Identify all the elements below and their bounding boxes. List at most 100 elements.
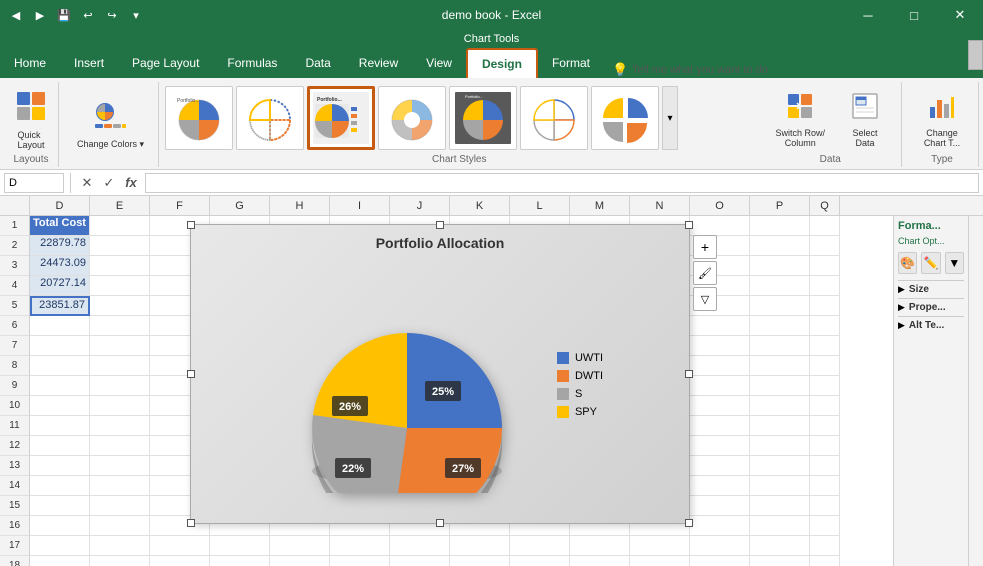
chart-handle-bm[interactable] [436,519,444,527]
chart-style-3[interactable]: Portfolio... [307,86,375,150]
insert-function-button[interactable]: fx [121,173,141,193]
chart-handle-tm[interactable] [436,221,444,229]
tab-data[interactable]: Data [291,48,344,78]
col-header-L[interactable]: L [510,196,570,215]
pie-chart[interactable]: 25% 27% 22% 26% [277,273,537,496]
chart-style-7[interactable] [591,86,659,150]
chart-handle-mr[interactable] [685,370,693,378]
formula-input[interactable] [145,173,979,193]
chart-handle-br[interactable] [685,519,693,527]
chart-elements-button[interactable]: + [693,235,717,259]
chart-styles-scroll-btn[interactable]: ▾ [662,86,678,150]
col-header-I[interactable]: I [330,196,390,215]
data-group-label: Data [820,154,841,167]
col-header-N[interactable]: N [630,196,690,215]
quick-layout-area: QuickLayout [10,82,52,154]
minimize-button[interactable]: ─ [845,0,891,30]
panel-pencil-button[interactable]: ✏️ [921,252,940,274]
confirm-formula-button[interactable]: ✓ [99,173,119,193]
row-13: 13 [0,456,29,476]
col-header-G[interactable]: G [210,196,270,215]
change-chart-type-icon [928,92,956,126]
cell-E2[interactable] [90,236,150,256]
quick-layout-icon [15,90,47,128]
panel-section-properties[interactable]: ▶ Prope... [898,298,964,316]
ribbon: QuickLayout Layouts [0,78,983,170]
vertical-scrollbar[interactable] [968,216,983,566]
tab-format[interactable]: Format [538,48,604,78]
change-colors-button[interactable]: Change Colors ▾ [69,99,152,153]
chart-handle-tr[interactable] [685,221,693,229]
switch-row-column-button[interactable]: Switch Row/Column [765,88,835,152]
svg-text:22%: 22% [342,463,364,475]
chart-style-2[interactable] [236,86,304,150]
panel-section-alt-text[interactable]: ▶ Alt Te... [898,316,964,334]
cell-D1[interactable]: Total Cost [30,216,90,236]
nav-forward[interactable]: ▶ [29,4,51,26]
chart-style-6[interactable] [520,86,588,150]
panel-section-size[interactable]: ▶ Size [898,280,964,298]
cell-D3[interactable]: 24473.09 [30,256,90,276]
cell-D5[interactable]: 23851.87 [30,296,90,316]
right-panel-title: Forma... [898,220,964,232]
col-header-O[interactable]: O [690,196,750,215]
tab-page-layout[interactable]: Page Layout [118,48,213,78]
window-title: demo book - Excel [442,8,541,22]
panel-down-button[interactable]: ▼ [945,252,964,274]
tab-home[interactable]: Home [0,48,60,78]
legend-label-s: S [575,388,582,400]
chart-handle-ml[interactable] [187,370,195,378]
tab-formulas[interactable]: Formulas [213,48,291,78]
data-actions-area: Switch Row/Column SelectData [765,82,895,154]
tab-review[interactable]: Review [345,48,412,78]
col-header-P[interactable]: P [750,196,810,215]
cell-P2[interactable] [750,236,810,256]
chart-styles-button[interactable]: 🖌 [693,261,717,285]
quick-layout-button[interactable]: QuickLayout [10,87,52,153]
col-header-E[interactable]: E [90,196,150,215]
col-header-H[interactable]: H [270,196,330,215]
quick-redo[interactable]: ↪ [101,4,123,26]
chart-handle-bl[interactable] [187,519,195,527]
col-header-Q[interactable]: Q [810,196,840,215]
quick-access-dropdown[interactable]: ▾ [125,4,147,26]
nav-back[interactable]: ◀ [5,4,27,26]
chart-style-5[interactable]: Portfolio... [449,86,517,150]
cell-Q1[interactable] [810,216,840,236]
cell-E1[interactable] [90,216,150,236]
chart-filters-button[interactable]: ▽ [693,287,717,311]
cell-D4[interactable]: 20727.14 [30,276,90,296]
cell-O1[interactable] [690,216,750,236]
tab-view[interactable]: View [412,48,466,78]
maximize-button[interactable]: □ [891,0,937,30]
cancel-formula-button[interactable]: ✕ [77,173,97,193]
select-data-button[interactable]: SelectData [835,88,895,152]
tab-design[interactable]: Design [466,48,538,78]
chart-style-4[interactable] [378,86,446,150]
name-box[interactable] [4,173,64,193]
spreadsheet-area: 1 2 3 4 5 6 7 8 9 10 11 12 13 14 15 16 1… [0,216,983,566]
grid-container: Total Cost 22879.78 [30,216,893,566]
chart-style-1[interactable]: Portfolio... [165,86,233,150]
row-5: 5 [0,296,29,316]
quick-layout-group-label: Layouts [13,154,48,167]
cell-D2[interactable]: 22879.78 [30,236,90,256]
chart-title: Portfolio Allocation [201,235,679,251]
col-header-J[interactable]: J [390,196,450,215]
tab-insert[interactable]: Insert [60,48,118,78]
col-header-D[interactable]: D [30,196,90,215]
change-chart-type-button[interactable]: ChangeChart T... [912,88,972,152]
col-header-F[interactable]: F [150,196,210,215]
quick-save[interactable]: 💾 [53,4,75,26]
col-header-K[interactable]: K [450,196,510,215]
col-header-M[interactable]: M [570,196,630,215]
chart-handle-tl[interactable] [187,221,195,229]
tell-me-bar[interactable]: 💡 Tell me what you want to do [604,62,983,78]
quick-undo[interactable]: ↩ [77,4,99,26]
cell-P1[interactable] [750,216,810,236]
close-button[interactable]: ✕ [937,0,983,30]
chart-overlay[interactable]: Portfolio Allocation [190,224,690,524]
cell-Q2[interactable] [810,236,840,256]
legend-label-spy: SPY [575,406,597,418]
panel-paint-button[interactable]: 🎨 [898,252,917,274]
